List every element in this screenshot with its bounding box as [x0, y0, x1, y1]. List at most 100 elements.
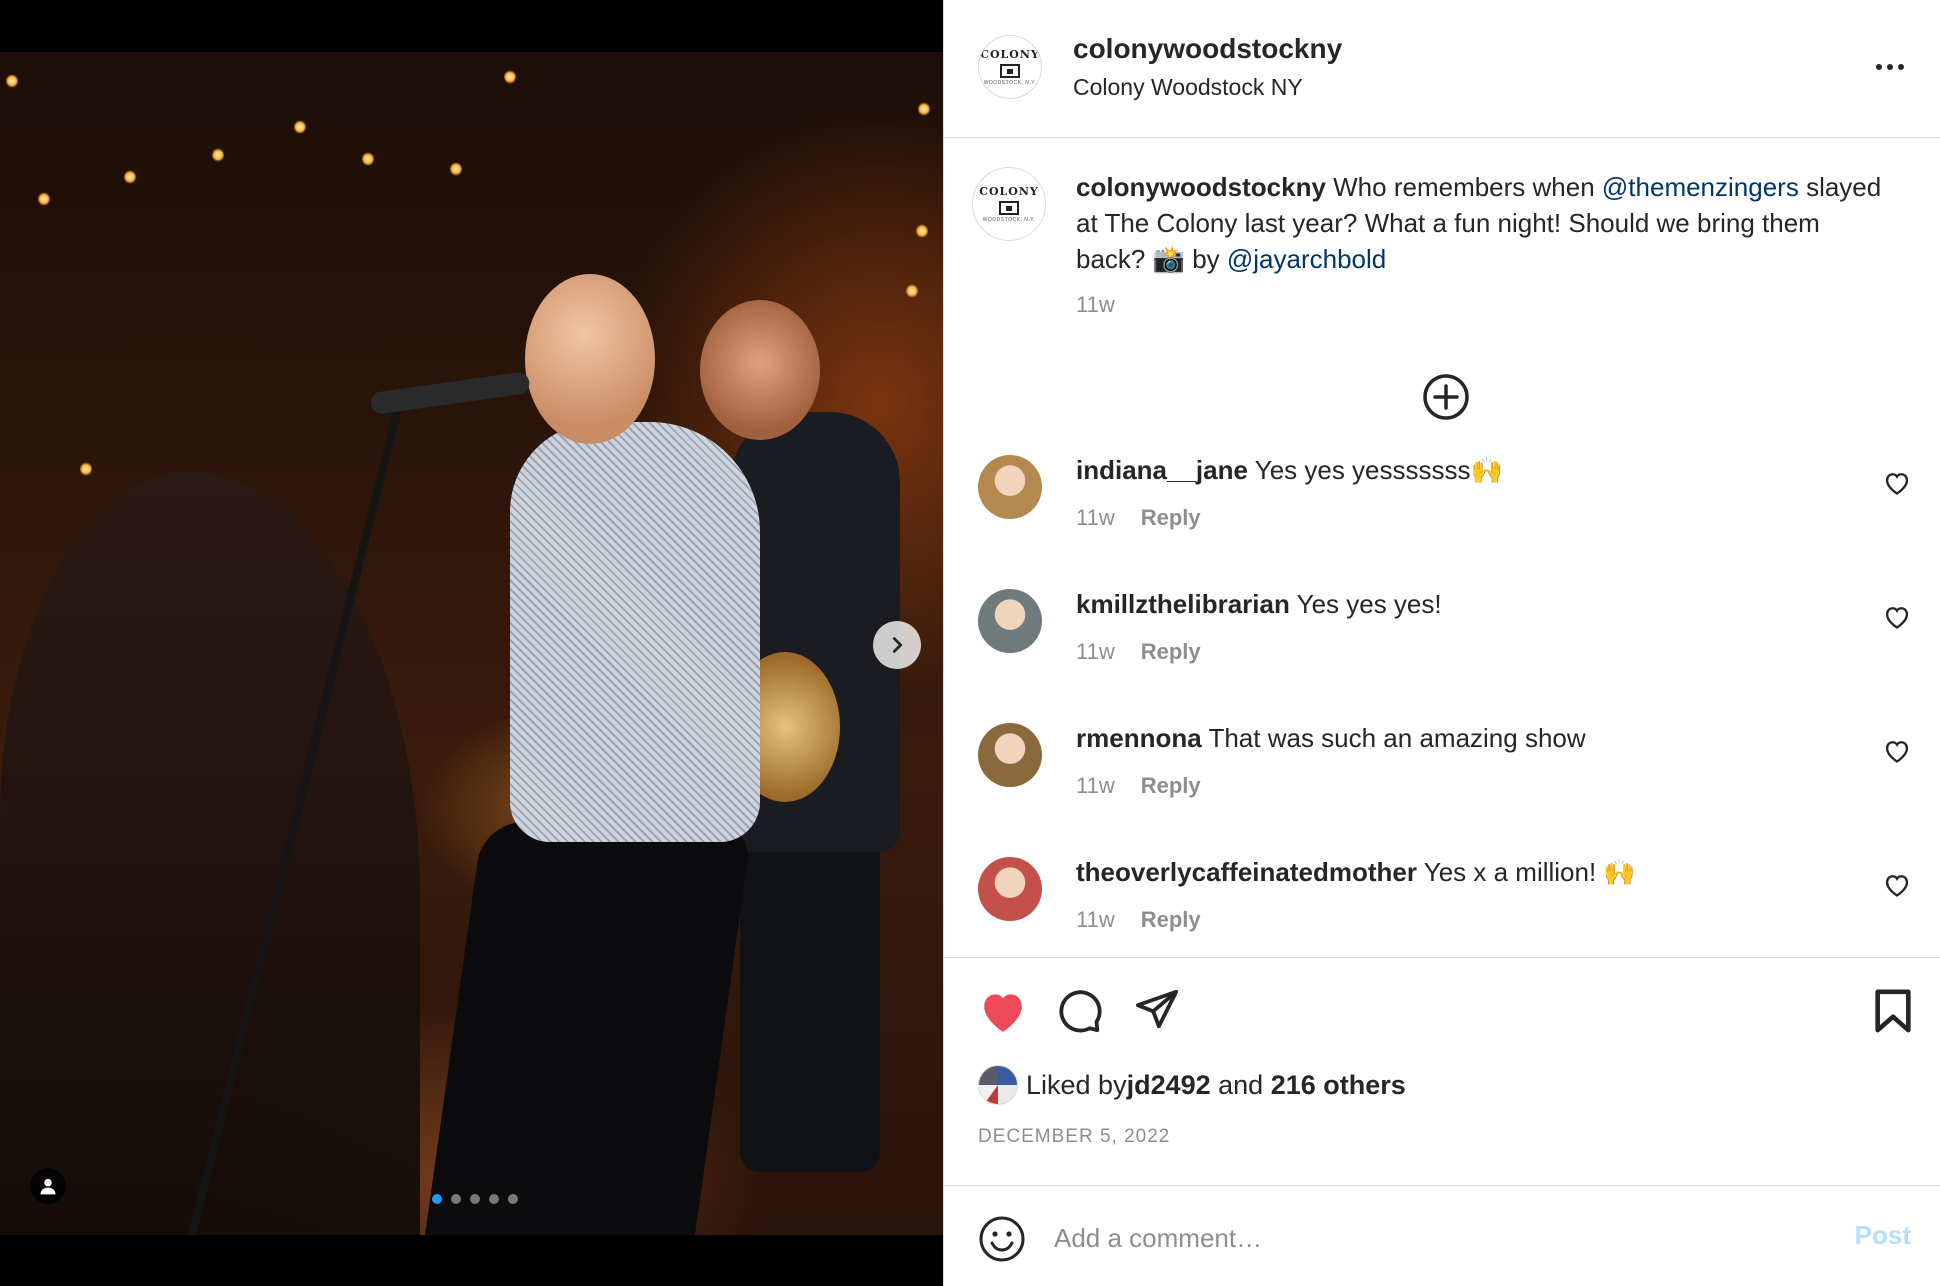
string-light [212, 148, 224, 162]
string-light [80, 462, 92, 476]
guitarist-legs [740, 812, 880, 1172]
comment-timestamp[interactable]: 11w [1076, 907, 1115, 933]
string-light [124, 170, 136, 184]
commenter-username[interactable]: rmennona [1076, 723, 1202, 753]
carousel-dots [432, 1194, 518, 1204]
post-side-panel: COLONY WOODSTOCK, N.Y. colonywoodstockny… [943, 0, 1940, 1286]
liker-username[interactable]: jd2492 [1127, 1070, 1211, 1101]
string-light [362, 152, 374, 166]
comment-body: Yes x a million! 🙌 [1423, 857, 1636, 887]
comment-meta: 11w Reply [1076, 505, 1201, 531]
reply-button[interactable]: Reply [1141, 639, 1201, 665]
logo-text: COLONY [979, 185, 1039, 198]
comment-text: kmillzthelibrarian Yes yes yes! [1076, 589, 1442, 620]
singer-head [525, 274, 655, 444]
commenter-username[interactable]: theoverlycaffeinatedmother [1076, 857, 1417, 887]
commenter-username[interactable]: kmillzthelibrarian [1076, 589, 1290, 619]
likes-summary[interactable]: Liked by ​jd2492 and 216 others [978, 1065, 1406, 1105]
heart-outline-icon[interactable] [1883, 603, 1911, 631]
string-light [504, 70, 516, 84]
carousel-dot [508, 1194, 518, 1204]
logo-subtext: WOODSTOCK, N.Y. [983, 80, 1037, 86]
comment-body: Yes yes yesssssss🙌 [1254, 455, 1503, 485]
caption-timestamp[interactable]: 11w [1076, 292, 1115, 318]
post-date[interactable]: DECEMBER 5, 2022 [978, 1126, 1170, 1148]
guitarist-head [700, 300, 820, 440]
heart-icon[interactable] [978, 988, 1028, 1034]
carousel-dot [451, 1194, 461, 1204]
liker-avatar[interactable] [978, 1065, 1018, 1105]
likes-prefix: Liked by [1026, 1069, 1127, 1100]
reply-button[interactable]: Reply [1141, 907, 1201, 933]
heart-outline-icon[interactable] [1883, 469, 1911, 497]
comment-row: indiana__jane Yes yes yesssssss🙌 11w Rep… [944, 455, 1940, 587]
comment-text: rmennona That was such an amazing show [1076, 723, 1586, 754]
likes-others-count[interactable]: 216 others [1271, 1070, 1406, 1101]
logo-subtext: WOODSTOCK, N.Y. [982, 217, 1036, 223]
heart-outline-icon[interactable] [1883, 871, 1911, 899]
string-light [294, 120, 306, 134]
post-photo[interactable] [0, 52, 943, 1235]
bookmark-icon[interactable] [1873, 988, 1913, 1034]
logo-building-icon [999, 201, 1019, 215]
comment-meta: 11w Reply [1076, 773, 1201, 799]
singer-shirt [510, 422, 760, 842]
heart-outline-icon[interactable] [1883, 737, 1911, 765]
commenter-avatar[interactable] [978, 857, 1042, 921]
photo-panel [0, 0, 943, 1286]
plus-circle-icon[interactable] [1421, 372, 1471, 422]
commenter-avatar[interactable] [978, 455, 1042, 519]
post-comment-button[interactable]: Post [1855, 1220, 1911, 1251]
comment-timestamp[interactable]: 11w [1076, 773, 1115, 799]
likes-and: and [1210, 1069, 1271, 1100]
carousel-dot [489, 1194, 499, 1204]
caption-mention[interactable]: @themenzingers [1602, 172, 1799, 202]
comment-icon[interactable] [1057, 988, 1103, 1034]
user-tag-icon[interactable] [30, 1168, 66, 1204]
header-location[interactable]: Colony Woodstock NY [1073, 74, 1303, 101]
post-caption: colonywoodstockny Who remembers when @th… [1076, 169, 1896, 277]
reply-button[interactable]: Reply [1141, 505, 1201, 531]
reply-button[interactable]: Reply [1141, 773, 1201, 799]
logo-building-icon [1000, 64, 1020, 78]
logo-text: COLONY [980, 48, 1040, 61]
string-light [6, 74, 18, 88]
comment-row: theoverlycaffeinatedmother Yes x a milli… [944, 857, 1940, 954]
post-header: COLONY WOODSTOCK, N.Y. colonywoodstockny… [944, 0, 1940, 138]
string-light [450, 162, 462, 176]
string-light [38, 192, 50, 206]
account-avatar[interactable]: COLONY WOODSTOCK, N.Y. [978, 35, 1042, 99]
comment-meta: 11w Reply [1076, 907, 1201, 933]
comment-meta: 11w Reply [1076, 639, 1201, 665]
comment-text: theoverlycaffeinatedmother Yes x a milli… [1076, 857, 1636, 888]
comments-scroll-area[interactable]: COLONY WOODSTOCK, N.Y. colonywoodstockny… [944, 139, 1940, 954]
string-light [906, 284, 918, 298]
caption-username[interactable]: colonywoodstockny [1076, 172, 1326, 202]
caption-avatar[interactable]: COLONY WOODSTOCK, N.Y. [972, 167, 1046, 241]
comment-text: indiana__jane Yes yes yesssssss🙌 [1076, 455, 1503, 486]
carousel-dot [470, 1194, 480, 1204]
carousel-dot [432, 1194, 442, 1204]
commenter-username[interactable]: indiana__jane [1076, 455, 1248, 485]
paper-plane-icon[interactable] [1134, 986, 1180, 1032]
header-username[interactable]: colonywoodstockny [1073, 33, 1342, 65]
commenter-avatar[interactable] [978, 589, 1042, 653]
more-horizontal-icon[interactable] [1870, 52, 1910, 82]
comment-bar: Post [944, 1185, 1940, 1286]
singer-legs [416, 822, 754, 1235]
microphone [369, 370, 531, 416]
chevron-right-icon[interactable] [873, 621, 921, 669]
comment-body: That was such an amazing show [1208, 723, 1586, 753]
caption-text: Who remembers when [1325, 172, 1602, 202]
caption-mention[interactable]: @jayarchbold [1227, 244, 1386, 274]
comment-row: rmennona That was such an amazing show 1… [944, 723, 1940, 855]
comment-timestamp[interactable]: 11w [1076, 505, 1115, 531]
comment-body: Yes yes yes! [1296, 589, 1442, 619]
post-actions: Liked by ​jd2492 and 216 others DECEMBER… [944, 957, 1940, 1185]
comment-timestamp[interactable]: 11w [1076, 639, 1115, 665]
emoji-icon[interactable] [978, 1215, 1026, 1263]
comment-input[interactable] [1054, 1210, 1754, 1266]
comment-row: kmillzthelibrarian Yes yes yes! 11w Repl… [944, 589, 1940, 721]
commenter-avatar[interactable] [978, 723, 1042, 787]
string-light [918, 102, 930, 116]
